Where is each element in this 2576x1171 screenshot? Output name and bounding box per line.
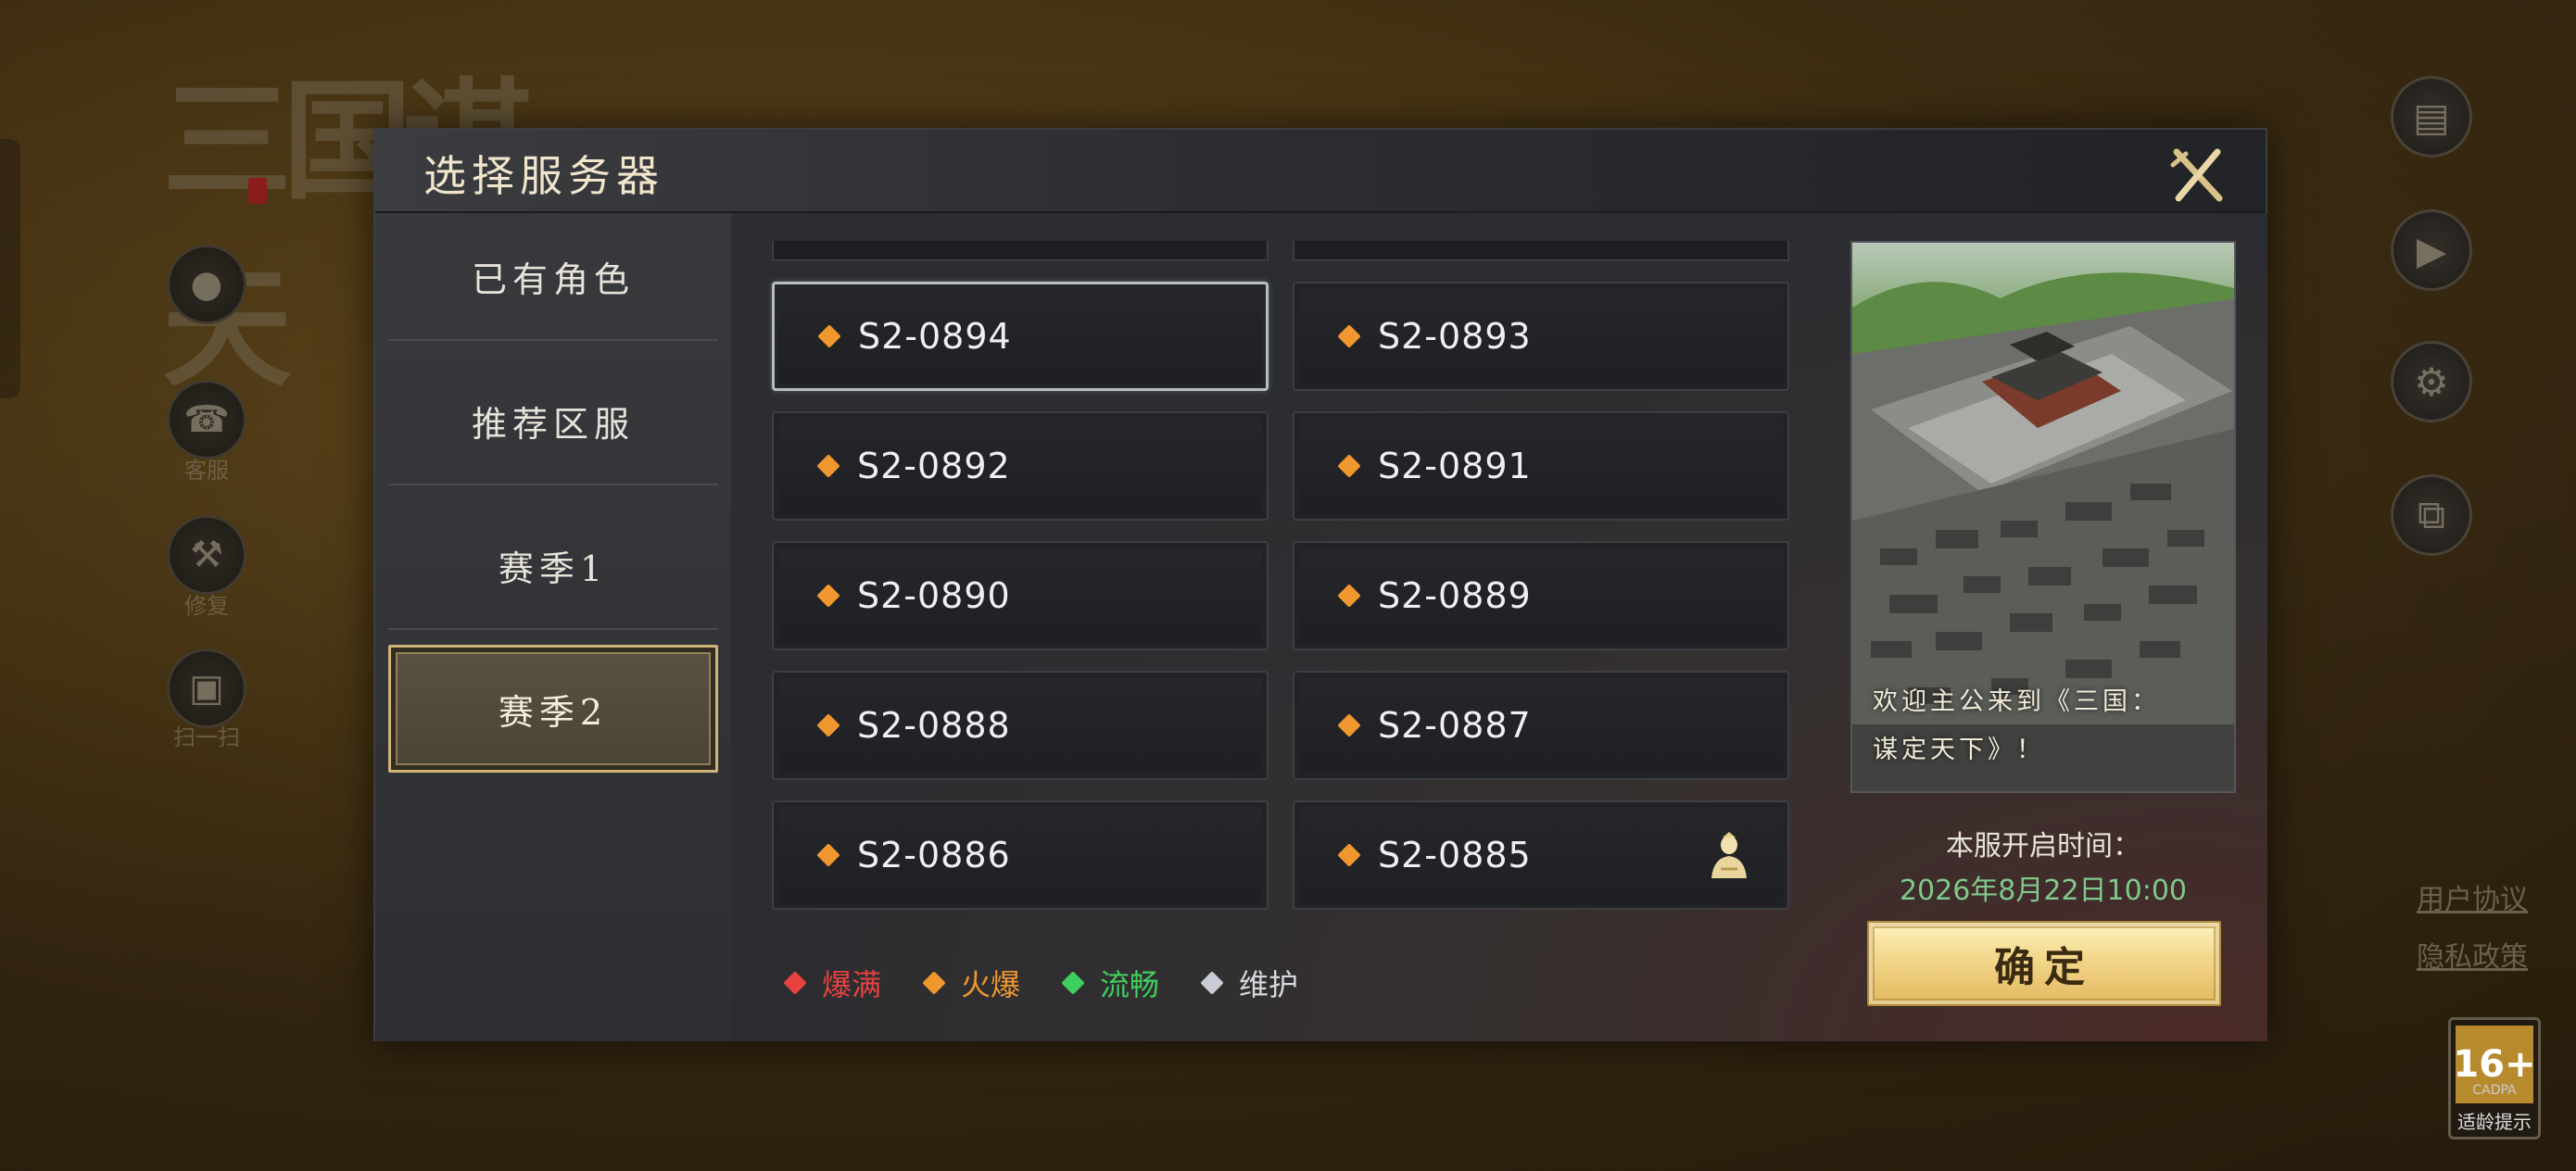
status-diamond-icon bbox=[816, 584, 840, 608]
nav-season-2[interactable]: 赛季2 bbox=[388, 645, 718, 773]
age-rating-label: 适龄提示 bbox=[2457, 1111, 2532, 1133]
nav-label: 赛季2 bbox=[498, 691, 609, 733]
nav-season-1[interactable]: 赛季1 bbox=[388, 502, 718, 630]
season-nav: 已有角色 推荐区服 赛季1 赛季2 bbox=[375, 213, 731, 1041]
server-name: S2-0887 bbox=[1378, 705, 1532, 746]
status-diamond-icon bbox=[817, 324, 841, 348]
dialog-header: 选择服务器 bbox=[375, 130, 2266, 213]
legend-maintenance: 维护 bbox=[1200, 962, 1299, 1004]
server-name: S2-0894 bbox=[858, 316, 1012, 357]
status-diamond-icon bbox=[1337, 843, 1361, 867]
server-name: S2-0889 bbox=[1378, 575, 1532, 616]
server-list-area: S2-0894 S2-0893 S2-0892 S2-0891 S2-0890 … bbox=[731, 213, 2267, 1041]
user-agreement-link[interactable]: 用户协议 bbox=[2417, 876, 2528, 917]
server-card[interactable]: S2-0892 bbox=[772, 411, 1269, 521]
nav-label: 已有角色 bbox=[471, 258, 635, 300]
list-scroll-edge bbox=[772, 241, 1269, 261]
server-name: S2-0893 bbox=[1378, 316, 1532, 357]
customer-service-label: 客服 bbox=[184, 458, 229, 484]
logo-seal bbox=[248, 178, 267, 204]
server-card[interactable]: S2-0888 bbox=[772, 671, 1269, 780]
orange-diamond-icon bbox=[922, 971, 946, 995]
server-name: S2-0886 bbox=[857, 835, 1011, 875]
privacy-policy-link[interactable]: 隐私政策 bbox=[2417, 934, 2528, 975]
legend-label: 维护 bbox=[1239, 967, 1299, 1002]
age-rating-badge[interactable]: 16+ CADPA 适龄提示 bbox=[2448, 1017, 2541, 1140]
status-diamond-icon bbox=[1337, 584, 1361, 608]
close-icon bbox=[2170, 148, 2223, 202]
preview-caption-line2: 谋定天下》！ bbox=[1873, 736, 2045, 764]
close-button[interactable] bbox=[2167, 145, 2229, 206]
server-select-dialog: 选择服务器 已有角色 推荐区服 赛季1 赛季2 S2-0894 S2-0893 … bbox=[373, 128, 2267, 1041]
server-card[interactable]: S2-0891 bbox=[1293, 411, 1789, 521]
server-card[interactable]: S2-0885 bbox=[1293, 800, 1789, 910]
green-diamond-icon bbox=[1061, 971, 1085, 995]
character-avatar-icon bbox=[1711, 832, 1747, 878]
preview-caption-line1: 欢迎主公来到《三国： bbox=[1873, 687, 2160, 716]
server-card[interactable]: S2-0886 bbox=[772, 800, 1269, 910]
customer-service-icon[interactable]: ☎ bbox=[167, 380, 246, 460]
nav-existing-characters[interactable]: 已有角色 bbox=[388, 213, 718, 341]
status-diamond-icon bbox=[1337, 713, 1361, 737]
list-scroll-edge bbox=[1293, 241, 1789, 261]
switch-account-icon[interactable]: ⧉ bbox=[2391, 474, 2472, 556]
legend-full: 爆满 bbox=[783, 962, 882, 1004]
server-card[interactable]: S2-0887 bbox=[1293, 671, 1789, 780]
server-name: S2-0885 bbox=[1378, 835, 1532, 875]
dialog-title: 选择服务器 bbox=[423, 151, 664, 201]
preview-caption: 欢迎主公来到《三国： 谋定天下》！ bbox=[1873, 678, 2216, 774]
legend-label: 爆满 bbox=[822, 967, 882, 1002]
account-icon[interactable]: ● bbox=[167, 245, 246, 324]
server-name: S2-0892 bbox=[857, 446, 1011, 486]
status-diamond-icon bbox=[816, 454, 840, 478]
announcement-icon[interactable]: ▤ bbox=[2391, 76, 2472, 157]
status-diamond-icon bbox=[816, 843, 840, 867]
server-card[interactable]: S2-0890 bbox=[772, 541, 1269, 650]
scan-icon[interactable]: ▣ bbox=[167, 648, 246, 728]
status-diamond-icon bbox=[816, 713, 840, 737]
status-diamond-icon bbox=[1337, 324, 1361, 348]
status-diamond-icon bbox=[1337, 454, 1361, 478]
server-preview-image: 欢迎主公来到《三国： 谋定天下》！ bbox=[1850, 241, 2236, 793]
confirm-button[interactable]: 确定 bbox=[1867, 921, 2221, 1006]
repair-icon[interactable]: ⚒ bbox=[167, 515, 246, 595]
legend-hot: 火爆 bbox=[922, 962, 1021, 1004]
server-name: S2-0890 bbox=[857, 575, 1011, 616]
scan-label: 扫一扫 bbox=[173, 724, 240, 750]
repair-label: 修复 bbox=[184, 593, 229, 619]
red-diamond-icon bbox=[783, 971, 807, 995]
gray-diamond-icon bbox=[1200, 971, 1224, 995]
nav-label: 赛季1 bbox=[498, 548, 609, 589]
legend-label: 火爆 bbox=[961, 967, 1021, 1002]
legend-smooth: 流畅 bbox=[1061, 962, 1160, 1004]
open-time-value: 2026年8月22日10:00 bbox=[1899, 875, 2188, 907]
nav-recommended-servers[interactable]: 推荐区服 bbox=[388, 358, 718, 485]
open-time-label: 本服开启时间： bbox=[1946, 830, 2140, 863]
legend-label: 流畅 bbox=[1100, 967, 1160, 1002]
nav-label: 推荐区服 bbox=[471, 403, 635, 445]
status-legend: 爆满 火爆 流畅 维护 bbox=[783, 962, 1343, 1004]
video-icon[interactable]: ▶ bbox=[2391, 209, 2472, 291]
server-name: S2-0888 bbox=[857, 705, 1011, 746]
settings-gear-icon[interactable]: ⚙ bbox=[2391, 341, 2472, 422]
server-name: S2-0891 bbox=[1378, 446, 1532, 486]
server-card[interactable]: S2-0894 bbox=[772, 282, 1269, 391]
server-card[interactable]: S2-0893 bbox=[1293, 282, 1789, 391]
age-rating-sub: CADPA bbox=[2472, 1083, 2517, 1098]
server-card[interactable]: S2-0889 bbox=[1293, 541, 1789, 650]
left-side-tab[interactable] bbox=[0, 139, 20, 398]
